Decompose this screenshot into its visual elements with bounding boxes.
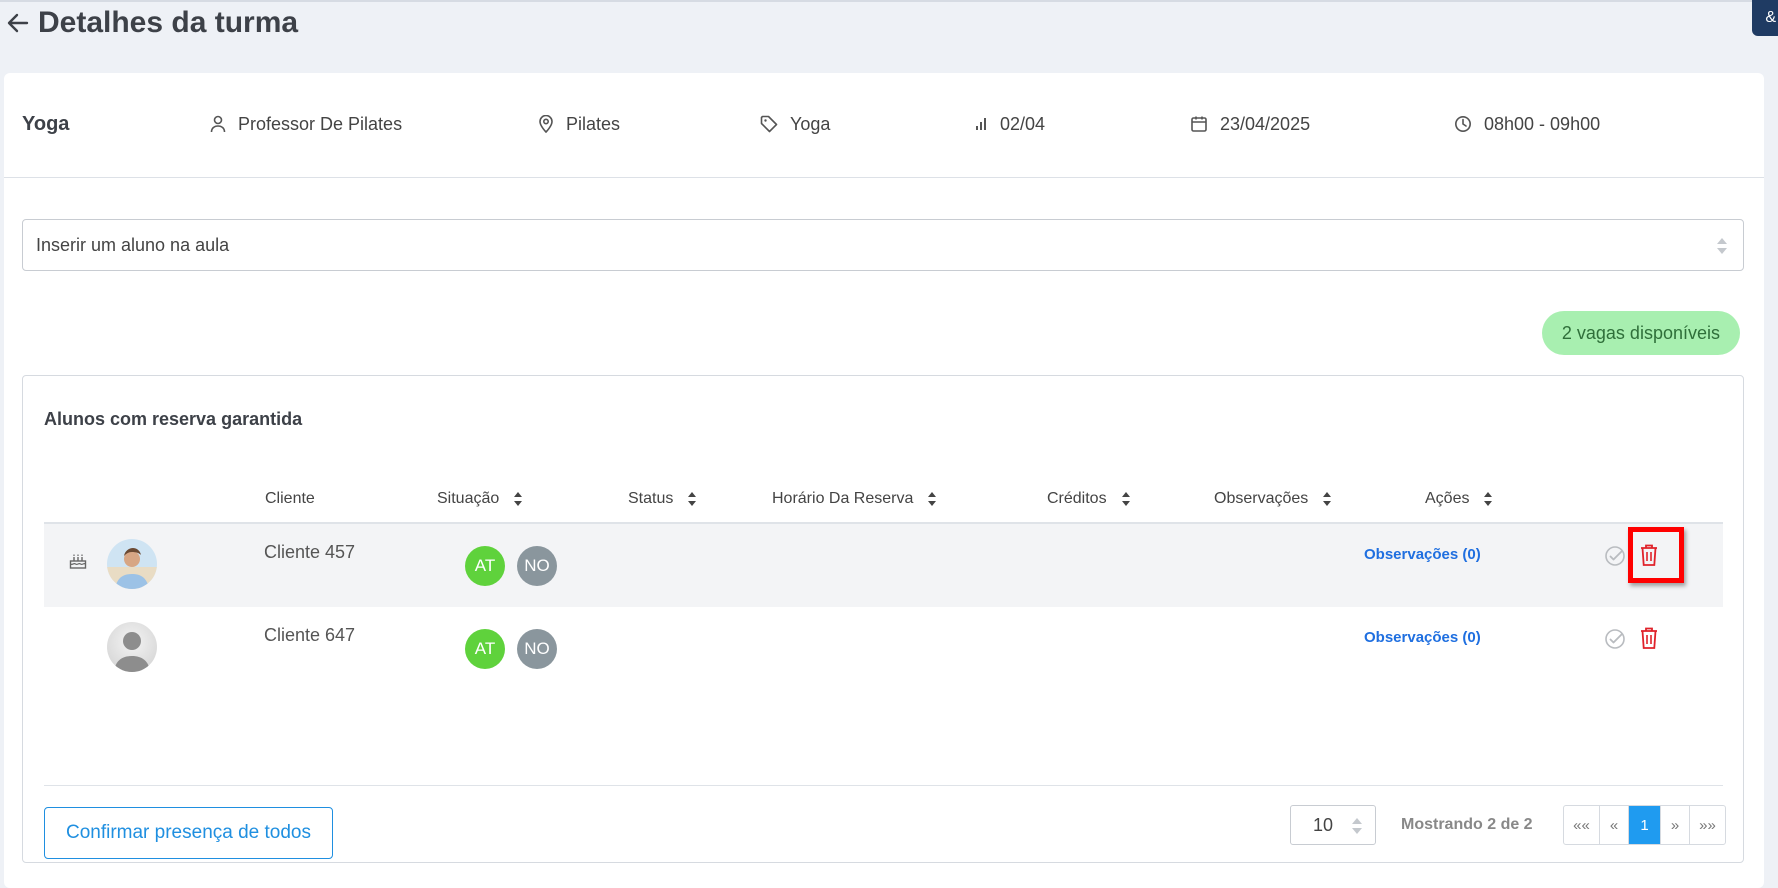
column-actions[interactable]: Ações bbox=[1425, 490, 1493, 508]
confirm-check-icon[interactable] bbox=[1604, 628, 1626, 655]
confirm-all-button[interactable]: Confirmar presença de todos bbox=[44, 807, 333, 859]
tag-icon bbox=[760, 115, 778, 133]
column-situation[interactable]: Situação bbox=[437, 490, 523, 508]
teacher-name: Professor De Pilates bbox=[238, 113, 403, 134]
showing-count: Mostrando 2 de 2 bbox=[1401, 816, 1533, 833]
class-date: 23/04/2025 bbox=[1220, 113, 1311, 134]
select-caret-icon bbox=[1715, 236, 1729, 261]
column-status[interactable]: Status bbox=[628, 490, 697, 508]
calendar-icon bbox=[1190, 115, 1208, 133]
avatar bbox=[107, 622, 157, 672]
situation-no-badge: NO bbox=[517, 629, 557, 669]
sort-icon bbox=[1121, 492, 1130, 506]
column-notes[interactable]: Observações bbox=[1214, 490, 1332, 508]
table-row: Cliente 457 AT NO Observações (0) bbox=[44, 524, 1723, 607]
clock-icon bbox=[1454, 115, 1472, 133]
page-1-button[interactable]: 1 bbox=[1629, 806, 1661, 844]
prev-page-button[interactable]: « bbox=[1600, 806, 1629, 844]
pagination: «« « 1 » »» bbox=[1563, 805, 1726, 845]
bar-chart-icon bbox=[974, 117, 988, 131]
sort-icon bbox=[688, 492, 697, 506]
occupancy-info: 02/04 bbox=[974, 111, 1045, 137]
date-info: 23/04/2025 bbox=[1190, 111, 1310, 137]
page-size-value: 10 bbox=[1313, 814, 1334, 835]
occupancy-value: 02/04 bbox=[1000, 113, 1046, 134]
class-time: 08h00 - 09h00 bbox=[1484, 113, 1601, 134]
avatar bbox=[107, 539, 157, 589]
sort-icon bbox=[1484, 492, 1493, 506]
delete-trash-icon[interactable] bbox=[1639, 543, 1659, 572]
select-caret-icon bbox=[1352, 818, 1362, 834]
students-table: Cliente Situação Status Horário Da Reser… bbox=[44, 476, 1723, 690]
map-pin-icon bbox=[538, 115, 554, 133]
situation-at-badge: AT bbox=[465, 629, 505, 669]
sort-icon bbox=[1323, 492, 1332, 506]
class-name: Yoga bbox=[22, 113, 70, 135]
class-details-card: Yoga Professor De Pilates Pilates Yoga 0… bbox=[4, 73, 1764, 888]
person-icon bbox=[210, 115, 226, 133]
client-name[interactable]: Cliente 647 bbox=[264, 625, 355, 646]
last-page-button[interactable]: »» bbox=[1690, 806, 1725, 844]
client-name[interactable]: Cliente 457 bbox=[264, 542, 355, 563]
panel-title: Alunos com reserva garantida bbox=[44, 409, 303, 429]
notes-link[interactable]: Observações (0) bbox=[1364, 629, 1481, 646]
add-student-select[interactable]: Inserir um aluno na aula bbox=[22, 219, 1744, 271]
category-info: Yoga bbox=[760, 111, 830, 137]
user-menu-badge[interactable]: & bbox=[1752, 0, 1778, 36]
location-info: Pilates bbox=[538, 111, 620, 137]
situation-at-badge: AT bbox=[465, 546, 505, 586]
column-client[interactable]: Cliente bbox=[265, 490, 315, 508]
cake-icon bbox=[69, 553, 87, 574]
column-reservation-time[interactable]: Horário Da Reserva bbox=[772, 490, 937, 508]
column-credits[interactable]: Créditos bbox=[1047, 490, 1131, 508]
teacher-info: Professor De Pilates bbox=[210, 111, 402, 137]
category-name: Yoga bbox=[790, 113, 831, 134]
table-divider bbox=[44, 785, 1723, 786]
page-size-select[interactable]: 10 bbox=[1290, 805, 1376, 845]
next-page-button[interactable]: » bbox=[1661, 806, 1690, 844]
back-arrow-icon[interactable] bbox=[6, 11, 30, 35]
page-title: Detalhes da turma bbox=[38, 6, 299, 39]
confirm-check-icon[interactable] bbox=[1604, 545, 1626, 572]
delete-trash-icon[interactable] bbox=[1639, 626, 1659, 655]
table-row: Cliente 647 AT NO Observações (0) bbox=[44, 607, 1723, 690]
sort-icon bbox=[928, 492, 937, 506]
sort-icon bbox=[514, 492, 523, 506]
top-border bbox=[0, 0, 1778, 2]
table-header: Cliente Situação Status Horário Da Reser… bbox=[44, 476, 1723, 524]
time-info: 08h00 - 09h00 bbox=[1454, 111, 1600, 137]
notes-link[interactable]: Observações (0) bbox=[1364, 546, 1481, 563]
location-name: Pilates bbox=[566, 113, 621, 134]
page-header: Detalhes da turma bbox=[6, 4, 298, 42]
situation-no-badge: NO bbox=[517, 546, 557, 586]
reserved-students-panel: Alunos com reserva garantida Cliente Sit… bbox=[22, 375, 1744, 863]
class-info-row: Yoga Professor De Pilates Pilates Yoga 0… bbox=[4, 73, 1764, 178]
vacancy-badge: 2 vagas disponíveis bbox=[1541, 311, 1740, 355]
add-student-placeholder: Inserir um aluno na aula bbox=[36, 234, 230, 255]
first-page-button[interactable]: «« bbox=[1564, 806, 1600, 844]
